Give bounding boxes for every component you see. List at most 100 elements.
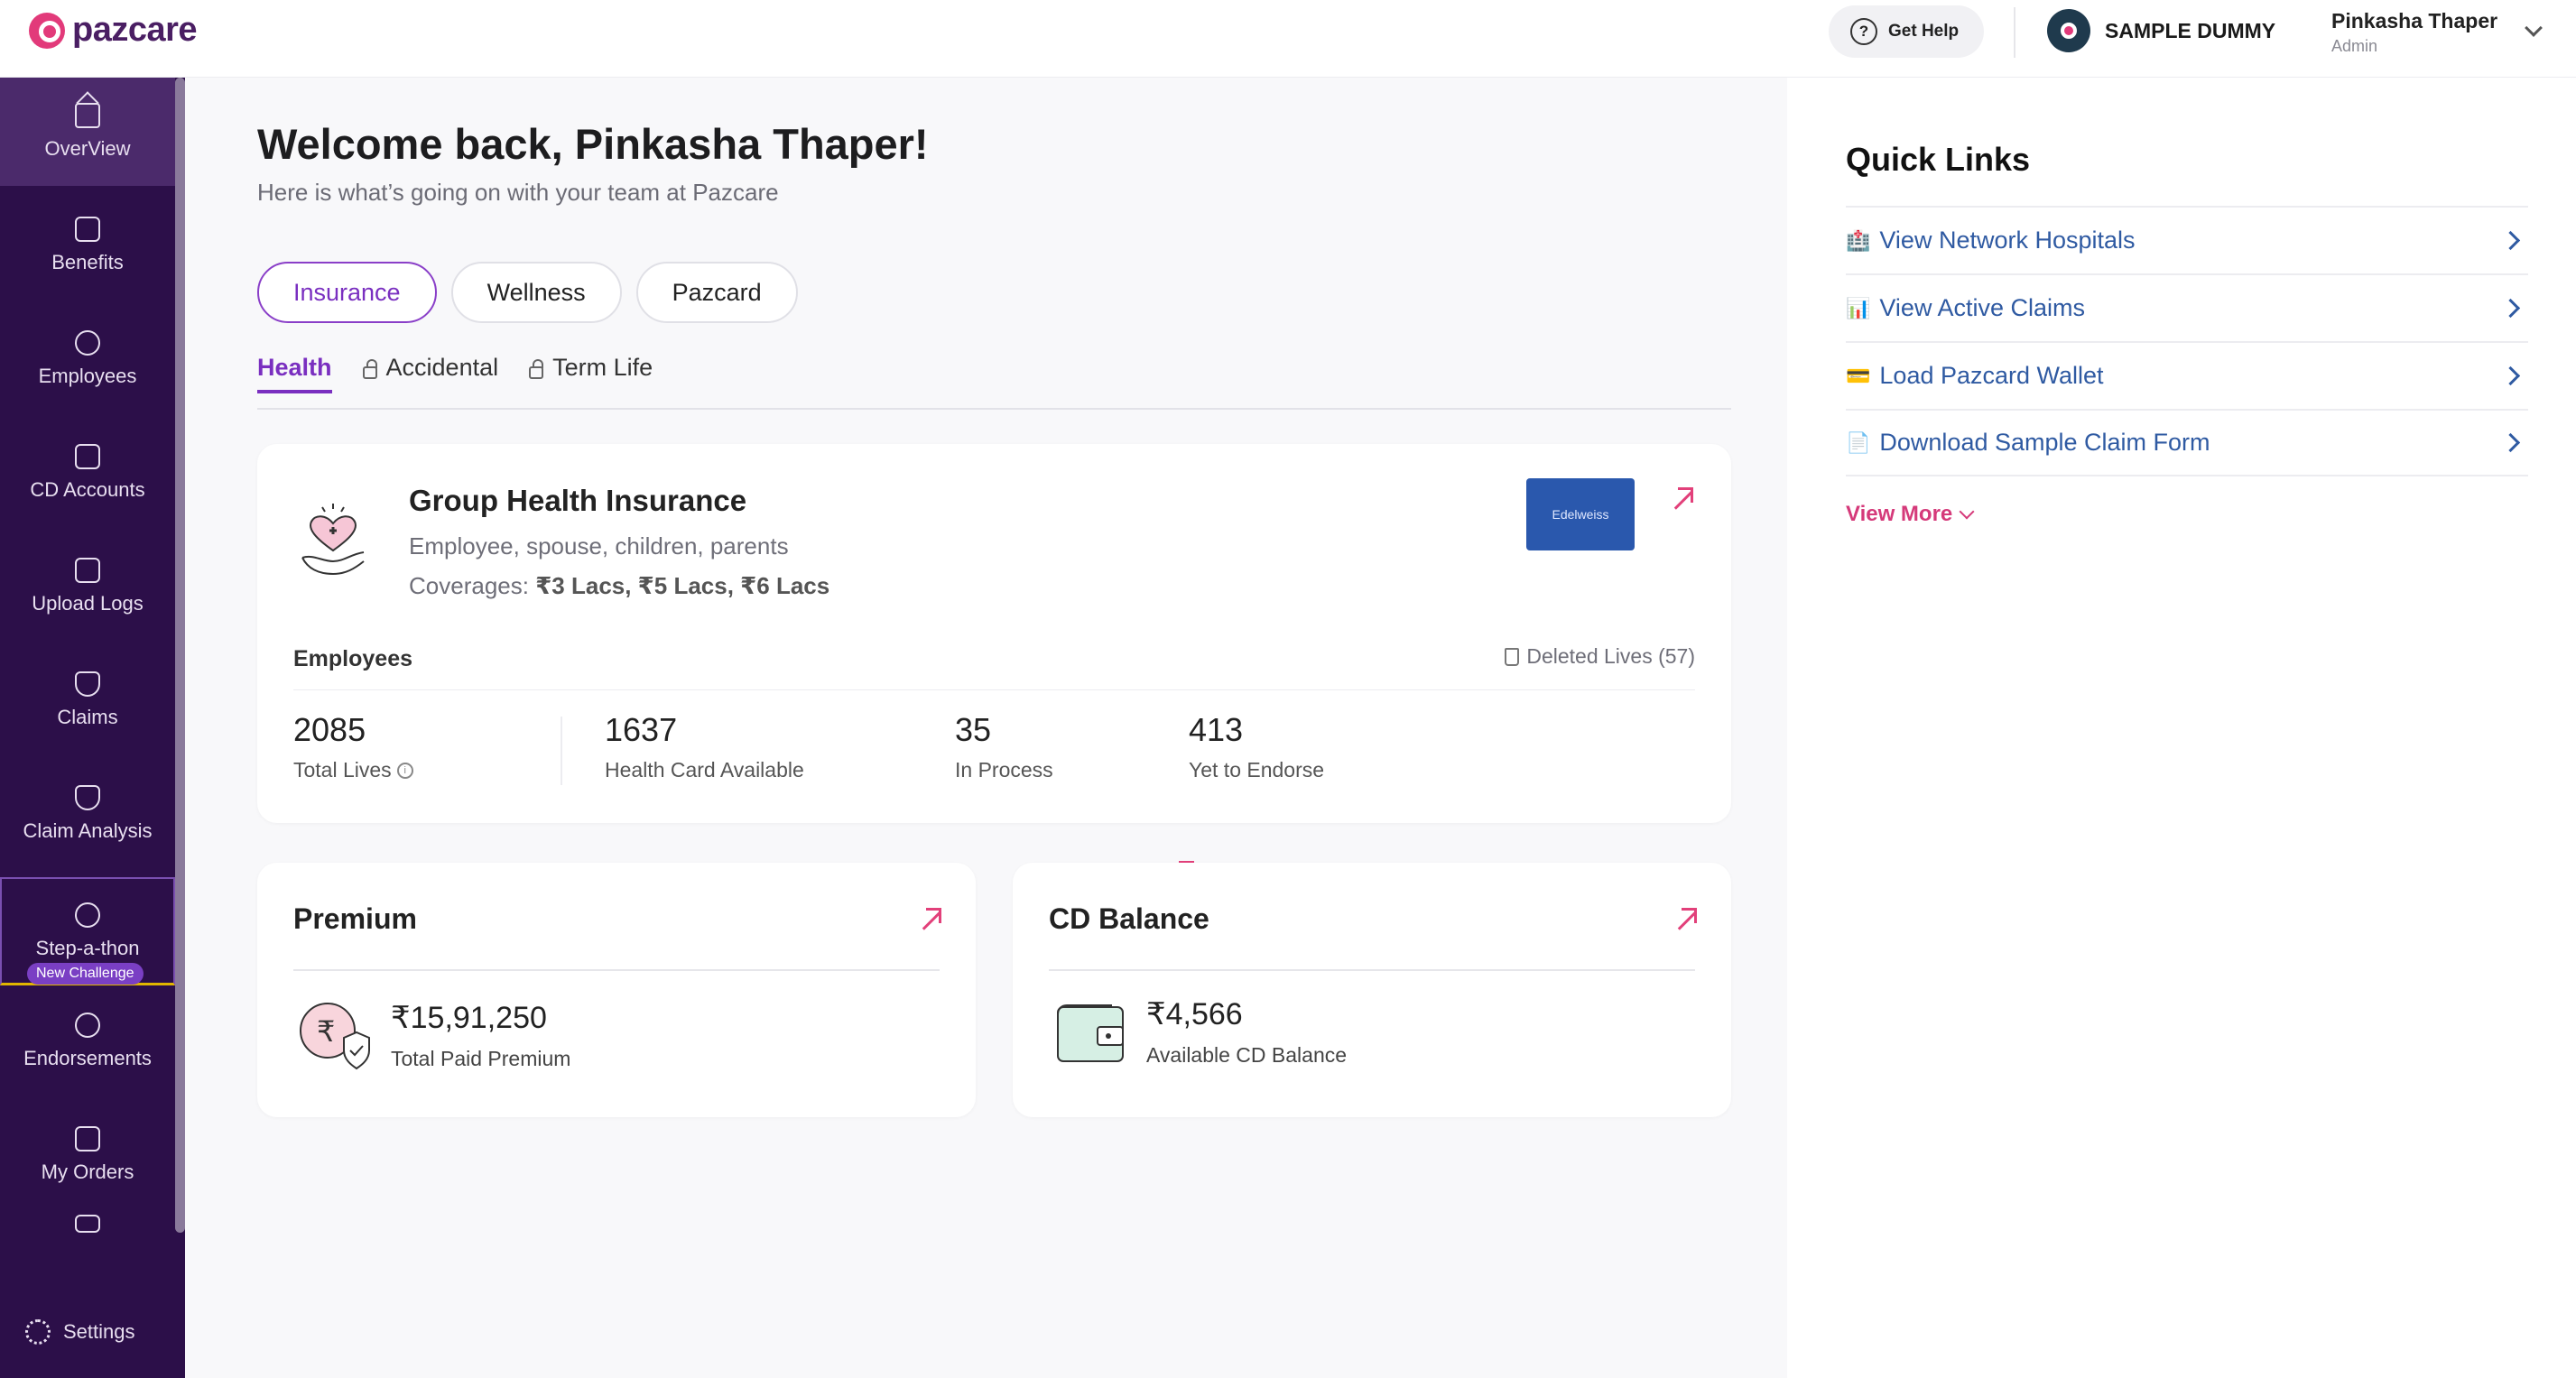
deleted-lives-label: Deleted Lives (57)	[1526, 644, 1695, 668]
sidebar-scrollbar[interactable]	[175, 78, 185, 1233]
cd-balance-label: Available CD Balance	[1146, 1043, 1348, 1067]
company-name: SAMPLE DUMMY	[2105, 18, 2276, 42]
quick-link-download-claim-form[interactable]: 📄 Download Sample Claim Form	[1846, 409, 2528, 476]
sidebar-item-my-orders[interactable]: My Orders	[0, 1101, 175, 1209]
get-help-label: Get Help	[1888, 22, 1960, 41]
sidebar-item-step-a-thon[interactable]: Step-a-thon New Challenge	[0, 877, 175, 985]
insurance-tabs: Health Accidental Term Life	[257, 350, 1731, 410]
tab-label: Term Life	[552, 354, 653, 381]
pill-wellness[interactable]: Wellness	[450, 262, 622, 323]
lock-icon	[529, 359, 544, 379]
pazcare-logo-icon	[29, 12, 65, 49]
sidebar-item-settings[interactable]: Settings	[25, 1319, 135, 1345]
brand-name: pazcare	[72, 11, 198, 49]
settings-label: Settings	[63, 1320, 135, 1343]
heart-hand-icon	[301, 504, 365, 576]
lock-icon	[362, 359, 377, 379]
page-subtitle: Here is what’s going on with your team a…	[257, 179, 779, 206]
sidebar-item-cd-accounts[interactable]: CD Accounts	[0, 419, 175, 527]
bar-chart-icon: 📊	[1846, 296, 1871, 319]
top-header: pazcare ? Get Help SAMPLE DUMMY Pinkasha…	[0, 0, 2576, 78]
quick-link-label: View Network Hospitals	[1879, 227, 2136, 254]
quick-links-title: Quick Links	[1846, 141, 2031, 178]
sidebar-item-card[interactable]	[0, 1197, 175, 1260]
external-link-icon[interactable]	[918, 908, 941, 931]
quick-link-label: Download Sample Claim Form	[1879, 429, 2210, 456]
header-divider	[2014, 7, 2015, 58]
document-icon	[75, 558, 100, 583]
stat-divider	[561, 717, 562, 785]
pill-pazcard[interactable]: Pazcard	[635, 262, 798, 323]
chevron-down-icon[interactable]	[2525, 19, 2543, 37]
stat-value: 35	[955, 711, 992, 748]
sidebar-item-label: Endorsements	[23, 1047, 152, 1069]
plan-title: Group Health Insurance	[409, 484, 747, 517]
external-link-icon[interactable]	[1670, 487, 1693, 511]
coverages-label: Coverages:	[409, 572, 529, 599]
health-insurance-card: Group Health Insurance Employee, spouse,…	[257, 444, 1731, 823]
tab-accidental[interactable]: Accidental	[362, 350, 499, 408]
quick-links-panel: Quick Links 🏥 View Network Hospitals 📊 V…	[1787, 78, 2576, 1378]
external-link-icon[interactable]	[1673, 908, 1697, 931]
user-role: Admin	[2331, 37, 2378, 55]
view-more-link[interactable]: View More	[1846, 502, 1975, 527]
tab-term-life[interactable]: Term Life	[529, 350, 653, 408]
deleted-lives-link[interactable]: Deleted Lives (57)	[1505, 644, 1695, 669]
main-content: Welcome back, Pinkasha Thaper! Here is w…	[185, 78, 1787, 1378]
rupee-shield-icon: ₹	[300, 1003, 370, 1070]
stat-label: Yet to Endorse	[1189, 758, 1325, 781]
sidebar-item-claim-analysis[interactable]: Claim Analysis	[0, 760, 175, 868]
shopping-bag-icon	[75, 1126, 100, 1151]
shield-icon	[75, 671, 100, 697]
sidebar-item-label: My Orders	[41, 1161, 134, 1183]
quick-link-active-claims[interactable]: 📊 View Active Claims	[1846, 273, 2528, 341]
stat-value: 2085	[293, 711, 366, 748]
get-help-button[interactable]: ? Get Help	[1829, 5, 1984, 58]
document-icon: 📄	[1846, 430, 1871, 454]
credit-card-icon	[75, 1215, 100, 1233]
sidebar-item-label: OverView	[44, 137, 131, 160]
premium-label: Total Paid Premium	[391, 1047, 571, 1070]
chevron-down-icon	[1959, 504, 1975, 520]
premium-value: ₹15,91,250	[391, 1001, 547, 1035]
divider	[293, 969, 940, 971]
help-icon: ?	[1850, 18, 1877, 45]
info-icon[interactable]: i	[396, 762, 413, 779]
wallet-icon	[75, 444, 100, 469]
sidebar-item-label: Claim Analysis	[23, 819, 153, 842]
sidebar-item-upload-logs[interactable]: Upload Logs	[0, 532, 175, 641]
page-title: Welcome back, Pinkasha Thaper!	[257, 120, 929, 168]
sidebar-item-overview[interactable]: OverView	[0, 78, 175, 186]
tab-health[interactable]: Health	[257, 350, 332, 393]
gear-icon	[25, 1319, 51, 1345]
company-switcher[interactable]: SAMPLE DUMMY	[2047, 9, 2275, 52]
new-challenge-badge: New Challenge	[27, 963, 144, 985]
plan-coverages: Coverages: ₹3 Lacs, ₹5 Lacs, ₹6 Lacs	[409, 572, 829, 600]
stat-label-row: Total Lives i	[293, 758, 413, 782]
home-icon	[75, 103, 100, 128]
cd-balance-card: CD Balance ₹4,566 Available CD Balance	[1013, 863, 1731, 1117]
quick-link-load-wallet[interactable]: 💳 Load Pazcard Wallet	[1846, 341, 2528, 409]
sidebar-item-label: CD Accounts	[30, 478, 145, 501]
users-icon	[75, 330, 100, 356]
user-menu[interactable]: Pinkasha Thaper Admin	[2331, 9, 2497, 56]
sidebar-item-claims[interactable]: Claims	[0, 646, 175, 754]
chevron-right-icon	[2500, 432, 2521, 453]
sidebar-item-benefits[interactable]: Benefits	[0, 191, 175, 300]
plan-members: Employee, spouse, children, parents	[409, 532, 789, 560]
coverages-values: ₹3 Lacs, ₹5 Lacs, ₹6 Lacs	[535, 572, 830, 599]
chevron-right-icon	[2500, 298, 2521, 319]
employees-label: Employees	[293, 646, 413, 671]
chevron-right-icon	[2500, 365, 2521, 386]
sidebar: OverView Benefits Employees CD Accounts …	[0, 78, 185, 1378]
brand-logo[interactable]: pazcare	[29, 11, 198, 50]
svg-text:₹: ₹	[317, 1014, 335, 1049]
sidebar-item-endorsements[interactable]: Endorsements	[0, 987, 175, 1096]
sidebar-item-employees[interactable]: Employees	[0, 305, 175, 413]
quick-link-network-hospitals[interactable]: 🏥 View Network Hospitals	[1846, 206, 2528, 273]
stat-total-lives: 2085 Total Lives i	[293, 711, 413, 782]
pill-insurance[interactable]: Insurance	[257, 262, 437, 323]
footprint-icon	[75, 902, 100, 928]
stat-label: In Process	[955, 758, 1053, 781]
tab-label: Accidental	[385, 354, 499, 381]
